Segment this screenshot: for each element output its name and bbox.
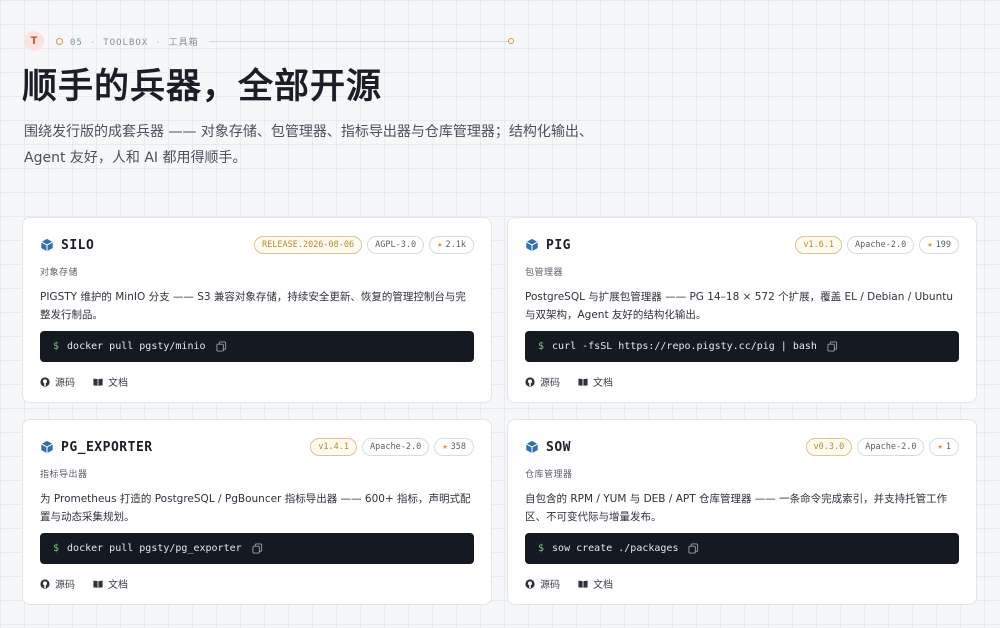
version-tag: RELEASE.2026-08-06 [254, 236, 363, 254]
prompt-symbol: $ [538, 543, 545, 554]
stars-count: 358 [450, 442, 466, 452]
tool-card-pig: PIG v1.6.1 Apache-2.0 ★ 199 包管理器 PostgreS… [507, 217, 977, 403]
copy-icon[interactable] [252, 543, 263, 554]
section-label: 05 · TOOLBOX · 工具箱 [70, 35, 199, 48]
section-label-cn: 工具箱 [168, 37, 199, 48]
separator-dot: · [155, 37, 162, 48]
section-label-en: TOOLBOX [103, 37, 149, 48]
tool-category: 仓库管理器 [525, 470, 573, 480]
package-cube-icon [526, 440, 538, 454]
tool-description: PostgreSQL 与扩展包管理器 —— PG 14–18 × 572 个扩展… [525, 291, 953, 321]
github-icon [525, 376, 535, 387]
license-tag: Apache-2.0 [847, 236, 915, 254]
separator-dot: · [89, 37, 97, 48]
package-cube-icon [41, 238, 53, 252]
star-icon: ★ [437, 240, 443, 250]
command-text: docker pull pgsty/pg_exporter [67, 543, 242, 554]
stars-badge[interactable]: ★ 1 [929, 438, 959, 456]
stars-badge[interactable]: ★ 199 [919, 236, 959, 254]
docs-link[interactable]: 文档 [578, 576, 613, 591]
docs-link[interactable]: 文档 [93, 576, 128, 591]
ring-dot-icon [508, 38, 514, 44]
tool-description: PIGSTY 维护的 MinIO 分支 —— S3 兼容对象存储，持续安全更新、… [40, 291, 466, 321]
copy-icon[interactable] [827, 341, 838, 352]
command-text: sow create ./packages [552, 543, 679, 554]
section-number: 05 [70, 37, 83, 48]
package-cube-icon [41, 440, 53, 454]
star-icon: ★ [442, 442, 448, 452]
tool-description: 自包含的 RPM / YUM 与 DEB / APT 仓库管理器 —— 一条命令… [525, 493, 948, 523]
version-tag: v1.6.1 [795, 236, 843, 254]
tool-description: 为 Prometheus 打造的 PostgreSQL / PgBouncer … [40, 493, 471, 523]
version-tag: v0.3.0 [805, 438, 853, 456]
source-link[interactable]: 源码 [525, 374, 560, 389]
docs-link[interactable]: 文档 [578, 374, 613, 389]
install-command: $ docker pull pgsty/pg_exporter [40, 533, 474, 564]
package-cube-icon [526, 238, 538, 252]
source-link[interactable]: 源码 [40, 374, 75, 389]
version-tag: v1.4.1 [310, 438, 358, 456]
stars-count: 199 [935, 240, 951, 250]
star-icon: ★ [937, 442, 943, 452]
stars-badge[interactable]: ★ 358 [434, 438, 474, 456]
ring-dot-icon [56, 37, 63, 45]
divider-line [208, 40, 508, 42]
star-icon: ★ [927, 240, 933, 250]
tool-card-silo: SILO RELEASE.2026-08-06 AGPL-3.0 ★ 2.1k 对… [22, 217, 492, 403]
install-command: $ sow create ./packages [525, 533, 959, 564]
page-title: 顺手的兵器，全部开源 [22, 67, 383, 106]
copy-icon[interactable] [688, 543, 699, 554]
command-text: curl -fsSL https://repo.pigsty.cc/pig | … [552, 341, 817, 352]
book-icon [578, 580, 588, 588]
install-command: $ curl -fsSL https://repo.pigsty.cc/pig … [525, 331, 959, 362]
page-description: 围绕发行版的成套兵器 —— 对象存储、包管理器、指标导出器与仓库管理器；结构化输… [24, 124, 593, 166]
tool-card-pg-exporter: PG_EXPORTER v1.4.1 Apache-2.0 ★ 358 指标导出器… [22, 419, 492, 605]
tool-category: 包管理器 [525, 268, 564, 278]
license-tag: Apache-2.0 [857, 438, 925, 456]
source-link[interactable]: 源码 [525, 576, 560, 591]
tool-name: SILO [61, 237, 95, 253]
prompt-symbol: $ [53, 543, 60, 554]
prompt-symbol: $ [538, 341, 545, 352]
book-icon [93, 580, 103, 588]
github-icon [40, 376, 50, 387]
tool-name: SOW [546, 439, 571, 455]
tool-name: PG_EXPORTER [61, 439, 153, 455]
command-text: docker pull pgsty/minio [67, 341, 206, 352]
book-icon [578, 378, 588, 386]
github-icon [40, 578, 50, 589]
license-tag: AGPL-3.0 [367, 236, 425, 254]
copy-icon[interactable] [215, 341, 227, 352]
tool-name: PIG [546, 237, 571, 253]
github-icon [525, 578, 535, 589]
source-link[interactable]: 源码 [40, 576, 75, 591]
tool-category: 指标导出器 [40, 470, 88, 480]
stars-count: 2.1k [445, 240, 466, 250]
tool-category: 对象存储 [40, 268, 79, 278]
tool-card-sow: SOW v0.3.0 Apache-2.0 ★ 1 仓库管理器 自包含的 RPM … [507, 419, 977, 605]
stars-count: 1 [945, 442, 951, 452]
stars-badge[interactable]: ★ 2.1k [429, 236, 474, 254]
section-eyebrow: T 05 · TOOLBOX · 工具箱 [24, 31, 514, 51]
book-icon [93, 378, 103, 386]
license-tag: Apache-2.0 [362, 438, 430, 456]
avatar: T [24, 31, 44, 51]
docs-link[interactable]: 文档 [93, 374, 128, 389]
prompt-symbol: $ [53, 341, 60, 352]
install-command: $ docker pull pgsty/minio [40, 331, 474, 362]
